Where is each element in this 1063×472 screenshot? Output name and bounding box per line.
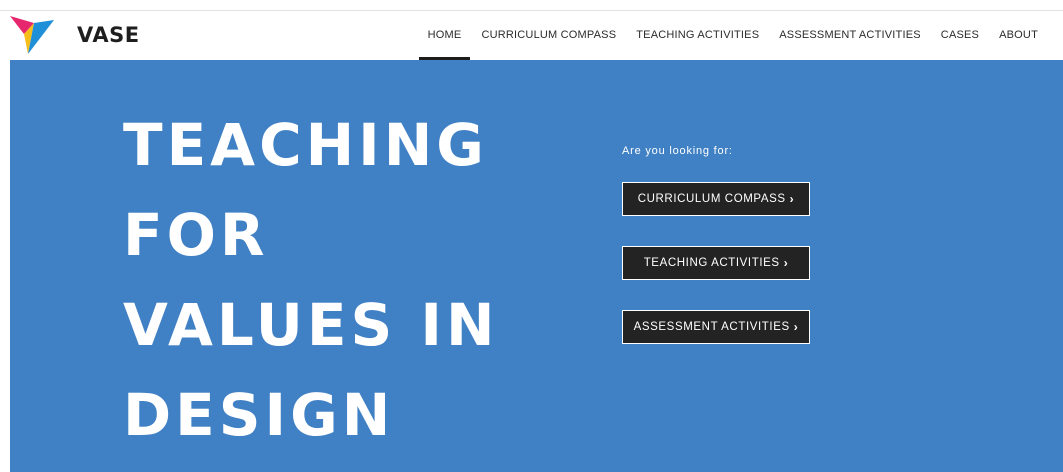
main-nav: HOME CURRICULUM COMPASS TEACHING ACTIVIT… — [418, 11, 1038, 60]
nav-home[interactable]: HOME — [418, 11, 471, 60]
teaching-activities-button[interactable]: TEACHING ACTIVITIES › — [622, 246, 810, 280]
hero-title-line: VALUES IN — [123, 291, 499, 359]
hero-section: TEACHING FOR VALUES IN DESIGN Are you lo… — [10, 60, 1063, 472]
hero-title-line: DESIGN — [123, 381, 395, 449]
hero-title: TEACHING FOR VALUES IN DESIGN — [123, 100, 499, 460]
assessment-activities-button[interactable]: ASSESSMENT ACTIVITIES › — [622, 310, 810, 344]
vase-logo-icon[interactable] — [10, 14, 54, 56]
button-label: TEACHING ACTIVITIES — [643, 257, 780, 269]
nav-curriculum-compass[interactable]: CURRICULUM COMPASS — [481, 11, 616, 60]
chevron-right-icon: › — [793, 320, 799, 334]
nav-teaching-activities[interactable]: TEACHING ACTIVITIES — [636, 11, 759, 60]
hero-prompt: Are you looking for: — [622, 145, 733, 157]
chevron-right-icon: › — [789, 192, 795, 206]
curriculum-compass-button[interactable]: CURRICULUM COMPASS › — [622, 182, 810, 216]
nav-assessment-activities[interactable]: ASSESSMENT ACTIVITIES — [779, 11, 921, 60]
button-label: ASSESSMENT ACTIVITIES — [633, 321, 790, 333]
chevron-right-icon: › — [783, 256, 789, 270]
button-label: CURRICULUM COMPASS — [637, 193, 786, 205]
hero-title-line: TEACHING — [123, 111, 488, 179]
site-header: VASE HOME CURRICULUM COMPASS TEACHING AC… — [0, 11, 1063, 60]
hero-title-line: FOR — [123, 201, 269, 269]
nav-about[interactable]: ABOUT — [999, 11, 1038, 60]
nav-cases[interactable]: CASES — [941, 11, 979, 60]
site-brand[interactable]: VASE — [77, 23, 140, 47]
